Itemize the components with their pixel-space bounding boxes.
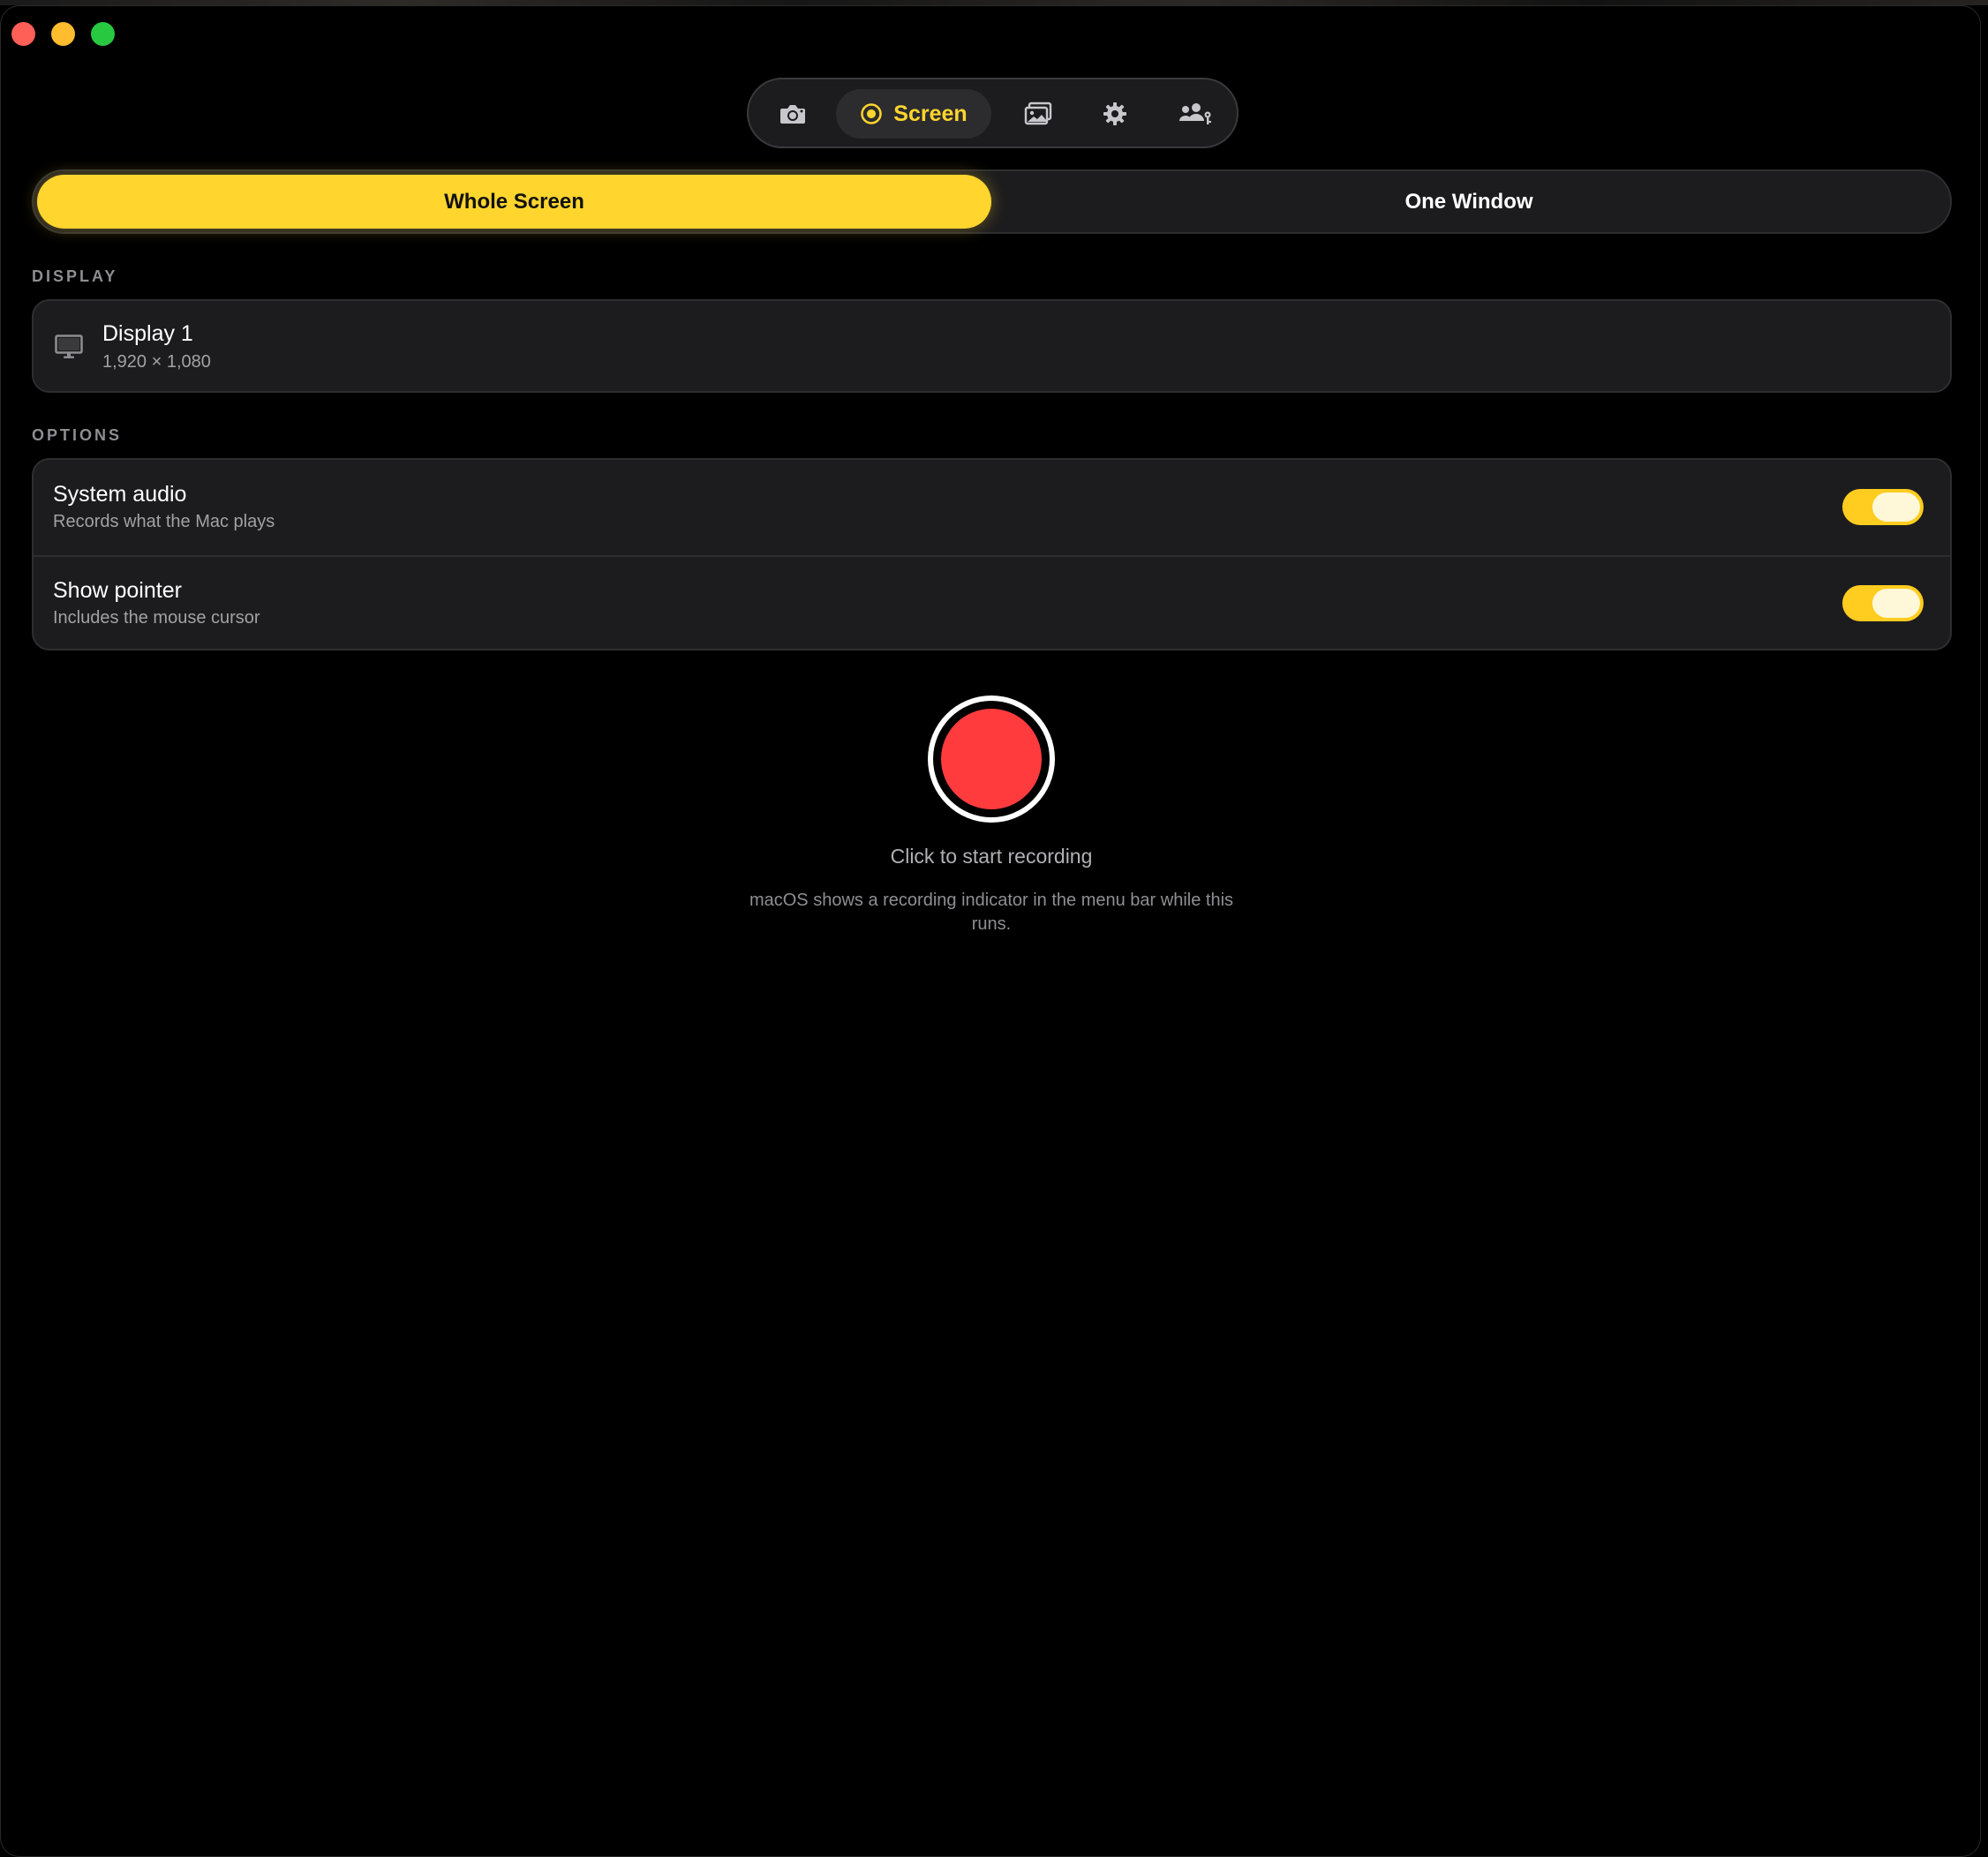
tab-gallery[interactable]: [1013, 89, 1063, 139]
record-button[interactable]: [928, 695, 1055, 823]
display-section-label: DISPLAY: [32, 267, 118, 285]
people-key-icon: [1179, 103, 1211, 124]
gear-icon: [1103, 102, 1126, 125]
toggle-knob: [1872, 492, 1920, 522]
app-window: Screen Whole Screen One Window DISPLAY D…: [0, 5, 1981, 1857]
traffic-lights: [11, 22, 115, 46]
toggle-knob: [1872, 589, 1920, 618]
segment-whole-screen[interactable]: Whole Screen: [37, 175, 991, 229]
option-show-pointer: Show pointer Includes the mouse cursor: [34, 556, 1950, 651]
record-circle-icon: [861, 103, 883, 124]
tab-camera[interactable]: [768, 89, 817, 139]
show-pointer-toggle[interactable]: [1842, 585, 1924, 621]
options-section-label: OPTIONS: [32, 426, 123, 444]
display-name: Display 1: [102, 321, 193, 346]
display-resolution: 1,920 × 1,080: [102, 352, 211, 372]
option-title: System audio: [53, 482, 187, 507]
zoom-button[interactable]: [91, 22, 115, 46]
option-subtitle: Records what the Mac plays: [53, 512, 275, 531]
option-title: Show pointer: [53, 578, 182, 603]
option-system-audio: System audio Records what the Mac plays: [34, 460, 1950, 557]
record-button-ring: [933, 701, 1050, 817]
mode-toolbar: Screen: [747, 78, 1239, 148]
system-audio-toggle[interactable]: [1842, 489, 1924, 525]
option-subtitle: Includes the mouse cursor: [53, 608, 260, 628]
segment-one-window[interactable]: One Window: [991, 175, 1947, 229]
minimize-button[interactable]: [51, 22, 75, 46]
tab-screen-label: Screen: [893, 101, 968, 126]
tab-users[interactable]: [1168, 89, 1224, 139]
close-button[interactable]: [11, 22, 35, 46]
tab-settings[interactable]: [1090, 89, 1140, 139]
monitor-icon: [55, 335, 83, 358]
camera-icon: [780, 105, 805, 124]
recording-indicator-note: macOS shows a recording indicator in the…: [749, 891, 1234, 934]
capture-mode-segmented-control: Whole Screen One Window: [32, 169, 1952, 234]
options-card: System audio Records what the Mac plays …: [32, 458, 1952, 650]
record-dot-icon: [941, 709, 1042, 809]
record-caption: Click to start recording: [890, 845, 1093, 868]
tab-screen[interactable]: Screen: [836, 89, 991, 139]
gallery-icon: [1024, 101, 1052, 125]
display-card[interactable]: Display 1 1,920 × 1,080: [32, 299, 1952, 393]
